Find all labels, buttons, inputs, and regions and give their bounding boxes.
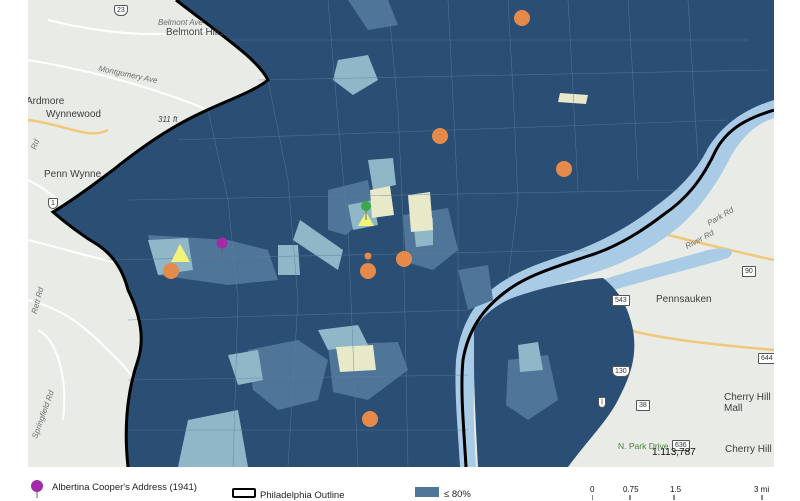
place-label: Ardmore [28, 96, 65, 107]
spot-elevation-label: 311 ft [158, 115, 178, 124]
orange-marker [432, 128, 448, 144]
place-label: Belmont Hills [166, 27, 225, 38]
scale-ruler [592, 495, 763, 500]
scale-ratio: 1:113,787 [652, 447, 696, 458]
route-shield: 130 [612, 366, 630, 377]
route-shield: 543 [612, 295, 630, 306]
scale-tick: 1.5 [670, 485, 682, 494]
scale-tick: 0.75 [623, 485, 639, 494]
legend-outline-label: Philadelphia Outline [260, 490, 345, 501]
purple-pin-icon [31, 480, 43, 498]
purple-address-pin [216, 237, 228, 249]
place-label: Pennsauken [656, 294, 712, 305]
map-canvas [28, 0, 774, 467]
scale-bar: 1:113,787 0 0.75 1.5 3 mi [588, 447, 778, 500]
orange-marker [514, 10, 530, 26]
place-label: Cherry Hill Mall [724, 392, 771, 414]
route-shield: 644 [758, 353, 774, 364]
place-label: Wynnewood [46, 109, 101, 120]
class-swatch [415, 487, 439, 497]
route-shield: 1 [48, 198, 58, 209]
legend-class-label: ≤ 80% [444, 489, 471, 500]
route-shield: I [598, 397, 606, 408]
orange-marker [163, 263, 179, 279]
road-label: Belmont Ave [158, 18, 203, 27]
green-pin-marker [361, 201, 371, 211]
orange-pin-marker [364, 252, 372, 260]
orange-marker [556, 161, 572, 177]
orange-marker [360, 263, 376, 279]
route-shield: 23 [114, 5, 128, 16]
place-label: Penn Wynne [44, 169, 102, 180]
route-shield: 38 [636, 400, 650, 411]
route-shield: 90 [742, 266, 756, 277]
outline-swatch [232, 488, 256, 498]
scale-tick: 3 mi [754, 485, 770, 494]
orange-marker [362, 411, 378, 427]
legend-address-label: Albertina Cooper's Address (1941) [52, 482, 197, 493]
map-view[interactable]: Belmont Hills Ardmore Wynnewood Penn Wyn… [28, 0, 774, 467]
orange-marker [396, 251, 412, 267]
scale-tick: 0 [590, 485, 595, 494]
